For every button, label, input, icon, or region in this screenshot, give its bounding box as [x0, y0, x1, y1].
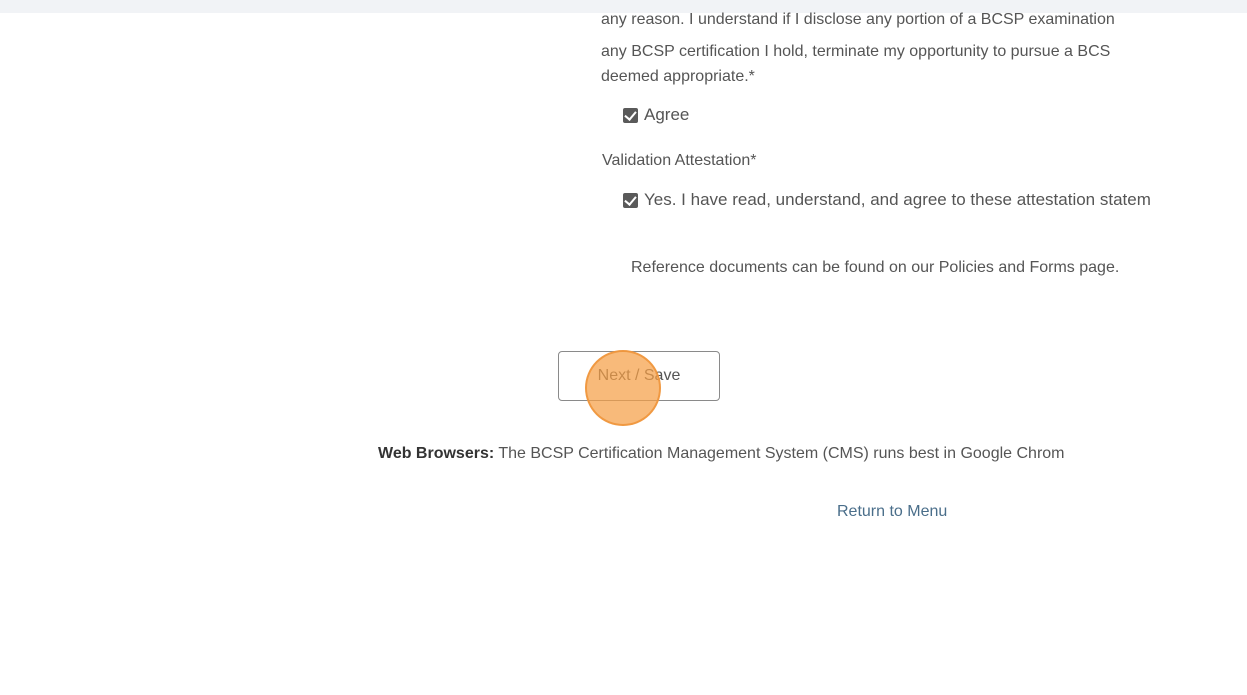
return-to-menu-link[interactable]: Return to Menu	[837, 501, 947, 523]
validation-confirm-label: Yes. I have read, understand, and agree …	[644, 190, 1151, 209]
agree-label: Agree	[644, 105, 690, 124]
reference-documents-text: Reference documents can be found on our …	[631, 259, 1120, 276]
agree-checkbox-row[interactable]: Agree	[623, 104, 689, 126]
web-browsers-label: Web Browsers:	[378, 445, 495, 462]
validation-checkbox[interactable]	[623, 192, 638, 208]
attestation-text-line-1: any reason. I understand if I disclose a…	[601, 11, 1115, 28]
web-browsers-text: The BCSP Certification Management System…	[494, 445, 1065, 462]
next-save-button[interactable]: Next / Save	[558, 351, 720, 401]
attestation-text-line-3: deemed appropriate.*	[601, 68, 755, 85]
validation-attestation-label: Validation Attestation*	[602, 152, 757, 169]
agree-checkbox[interactable]	[623, 107, 638, 123]
validation-checkbox-row[interactable]: Yes. I have read, understand, and agree …	[623, 189, 1247, 211]
attestation-text-line-2: any BCSP certification I hold, terminate…	[601, 43, 1111, 60]
web-browsers-note: Web Browsers: The BCSP Certification Man…	[378, 443, 1247, 465]
